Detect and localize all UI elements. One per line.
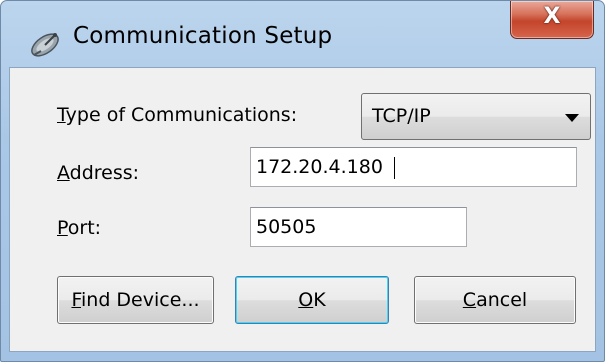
find-device-button[interactable]: Find Device...	[57, 276, 214, 324]
communication-type-value: TCP/IP	[372, 105, 431, 127]
window-title: Communication Setup	[73, 23, 333, 49]
communication-setup-window: Communication Setup X Type of Communicat…	[0, 0, 605, 362]
ok-button[interactable]: OK	[235, 276, 389, 324]
close-icon: X	[543, 4, 561, 29]
address-label: Address:	[57, 162, 140, 184]
cancel-button[interactable]: Cancel	[414, 276, 576, 324]
port-field[interactable]	[251, 208, 466, 246]
dialog-body: Type of Communications: TCP/IP Address: …	[9, 67, 596, 352]
communication-type-select[interactable]: TCP/IP	[361, 93, 591, 140]
type-of-communications-label: Type of Communications:	[57, 104, 298, 126]
text-caret	[394, 157, 395, 179]
port-field-box[interactable]	[250, 207, 467, 247]
chevron-down-icon	[565, 114, 579, 122]
satellite-dish-icon	[25, 25, 65, 61]
port-label: Port:	[57, 217, 102, 239]
address-field-box[interactable]	[250, 147, 577, 187]
close-button[interactable]: X	[510, 1, 594, 39]
address-field[interactable]	[251, 148, 576, 186]
